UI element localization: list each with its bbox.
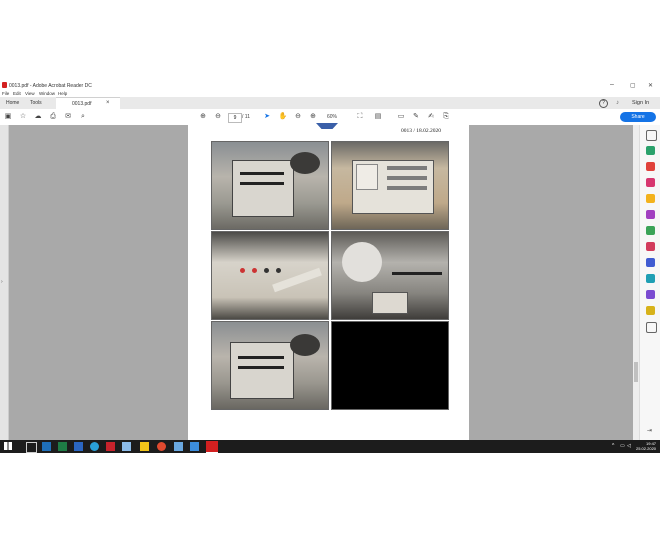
window-title: 0013.pdf - Adobe Acrobat Reader DC [9, 83, 92, 89]
file-explorer-icon[interactable] [140, 442, 149, 451]
edge-icon[interactable] [90, 442, 99, 451]
photo-machine-front [211, 141, 329, 230]
acrobat-taskbar-icon[interactable] [206, 441, 218, 453]
prepare-form-icon[interactable] [646, 306, 655, 315]
organize-pages-icon[interactable] [646, 226, 655, 235]
page-number-input[interactable]: 9 [228, 113, 242, 123]
optimize-pdf-icon[interactable] [646, 274, 655, 283]
menu-window[interactable]: Window [39, 91, 55, 96]
photo-control-panel [211, 231, 329, 320]
windows-start-icon[interactable] [4, 442, 12, 450]
photo-electrical-cabinet [331, 141, 449, 230]
right-tools-pane: ⇥ [639, 125, 660, 440]
stamp-icon[interactable]: ⎘ [441, 112, 451, 122]
share-button-label: Share [631, 114, 645, 120]
export-pdf-icon[interactable] [646, 146, 655, 155]
windows-taskbar: ^ ▭ ◁ 19:47 25.02.2020 [0, 440, 660, 453]
zoom-in-icon[interactable]: ⊕ [308, 112, 318, 122]
help-icon[interactable]: ? [599, 99, 608, 108]
combine-files-icon[interactable] [646, 210, 655, 219]
menu-edit[interactable]: Edit [13, 91, 21, 96]
comment-icon[interactable]: ▭ [396, 112, 406, 122]
acrobat-logo-icon [2, 82, 7, 88]
sign-icon[interactable]: ✍ [426, 112, 436, 122]
menu-file[interactable]: File [2, 91, 9, 96]
chrome-icon[interactable] [157, 442, 166, 451]
create-pdf-icon[interactable] [646, 162, 655, 171]
company-logo-icon [316, 123, 338, 129]
zoom-out-icon[interactable]: ⊖ [293, 112, 303, 122]
page-up-icon[interactable]: ⊕ [198, 112, 208, 122]
email-icon[interactable]: ✉ [63, 112, 73, 122]
document-header: 0013 / 18.02.2020 [401, 128, 442, 134]
share-button[interactable]: Share [620, 112, 656, 122]
minimize-button[interactable]: – [610, 81, 614, 88]
print-icon[interactable]: ⎙ [48, 112, 58, 122]
scrollbar-thumb[interactable] [634, 362, 638, 382]
volume-icon[interactable]: ◁ [627, 443, 631, 449]
photo-black [331, 321, 449, 410]
protect-icon[interactable] [646, 258, 655, 267]
tab-close-button[interactable]: × [106, 97, 110, 109]
tab-tools[interactable]: Tools [26, 97, 46, 109]
document-viewport[interactable]: 0013 / 18.02.2020 [9, 123, 633, 440]
tab-home[interactable]: Home [2, 97, 23, 109]
app-lightblue-icon[interactable] [174, 442, 183, 451]
app-blue-icon[interactable] [122, 442, 131, 451]
fit-page-icon[interactable]: ⛶ [355, 112, 365, 122]
left-panel-toggle[interactable]: › [0, 125, 9, 440]
upload-cloud-icon[interactable]: ☁ [33, 112, 43, 122]
pdf-page: 0013 / 18.02.2020 [188, 123, 469, 440]
sign-in-link[interactable]: Sign In [628, 97, 653, 109]
close-button[interactable]: ✕ [648, 82, 653, 89]
more-tools-icon[interactable] [646, 322, 657, 333]
menu-view[interactable]: View [25, 91, 35, 96]
acrobat-window: 0013.pdf - Adobe Acrobat Reader DC – ▢ ✕… [0, 80, 660, 440]
send-for-signature-icon[interactable] [646, 290, 655, 299]
tray-date: 25.02.2020 [636, 446, 657, 451]
maximize-button[interactable]: ▢ [630, 82, 636, 89]
page-total: / 11 [242, 114, 250, 120]
title-bar: 0013.pdf - Adobe Acrobat Reader DC – ▢ ✕ [0, 80, 660, 91]
page-down-icon[interactable]: ⊖ [213, 112, 223, 122]
zoom-level-dropdown[interactable]: 60% [321, 113, 343, 121]
bell-icon[interactable]: ♪ [616, 100, 619, 106]
photo-machine-side [211, 321, 329, 410]
app-window-icon[interactable] [190, 442, 199, 451]
highlight-pen-icon[interactable]: ✎ [411, 112, 421, 122]
fill-sign-icon[interactable] [646, 242, 655, 251]
select-cursor-icon[interactable]: ➤ [262, 112, 272, 122]
scroll-mode-icon[interactable]: ▤ [373, 112, 383, 122]
menu-help[interactable]: Help [58, 91, 67, 96]
comment-tool-icon[interactable] [646, 194, 655, 203]
outlook-icon[interactable] [42, 442, 51, 451]
network-icon[interactable]: ▭ [620, 443, 625, 449]
tray-chevron-icon[interactable]: ^ [612, 443, 614, 449]
app-red-icon[interactable] [106, 442, 115, 451]
hand-tool-icon[interactable]: ✋ [278, 112, 288, 122]
collapse-pane-icon[interactable]: ⇥ [647, 427, 652, 434]
bookmark-star-icon[interactable]: ☆ [18, 112, 28, 122]
photo-mechanism [331, 231, 449, 320]
search-tool-icon[interactable] [646, 130, 657, 141]
edit-pdf-icon[interactable] [646, 178, 655, 187]
chevron-right-icon: › [1, 279, 3, 285]
excel-icon[interactable] [58, 442, 67, 451]
task-view-icon[interactable] [26, 442, 37, 453]
tray-clock[interactable]: 19:47 25.02.2020 [636, 441, 656, 451]
word-icon[interactable] [74, 442, 83, 451]
search-icon[interactable]: ⌕ [78, 112, 88, 122]
save-icon[interactable]: ▣ [3, 112, 13, 122]
